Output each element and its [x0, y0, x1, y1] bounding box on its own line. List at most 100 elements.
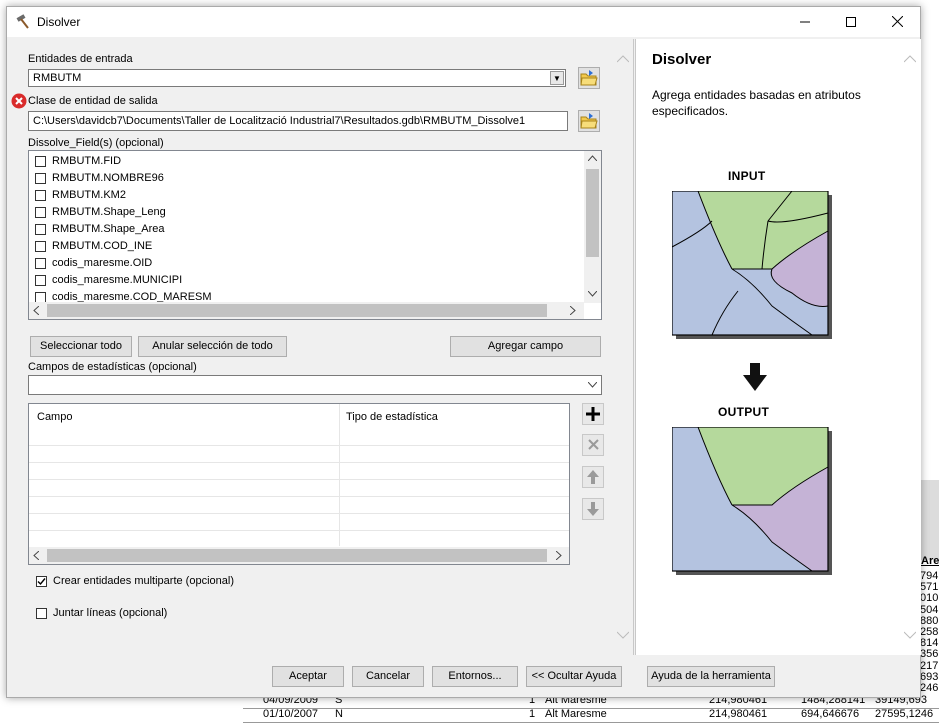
browse-input-button[interactable] — [578, 67, 600, 89]
field-checkbox[interactable] — [35, 173, 46, 184]
field-label: codis_maresme.MUNICIPI — [52, 274, 183, 286]
field-checkbox[interactable] — [35, 207, 46, 218]
help-scroll-up-icon[interactable] — [904, 55, 916, 63]
grid-row-line — [29, 462, 569, 463]
background-column-header: Are — [921, 555, 939, 567]
title-bar[interactable]: Disolver — [7, 7, 920, 37]
output-feature-class-input[interactable]: C:\Users\davidcb7\Documents\Taller de Lo… — [28, 111, 568, 131]
maximize-button[interactable] — [828, 7, 874, 37]
move-down-button[interactable] — [582, 498, 604, 520]
field-label: RMBUTM.Shape_Area — [52, 223, 165, 235]
row-code: N — [335, 708, 343, 720]
ok-button[interactable]: Aceptar — [272, 666, 344, 687]
help-description: Agrega entidades basadas en atributos es… — [652, 88, 861, 118]
field-checkbox[interactable] — [35, 258, 46, 269]
row-value-2: 694,646676 — [801, 708, 860, 720]
scroll-thumb[interactable] — [586, 169, 599, 257]
input-features-combo[interactable]: RMBUTM ▼ — [28, 69, 566, 87]
output-caption: OUTPUT — [718, 405, 770, 419]
field-checkbox[interactable] — [35, 224, 46, 235]
field-checkbox[interactable] — [35, 156, 46, 167]
input-features-label: Entidades de entrada — [28, 53, 133, 65]
horizontal-scrollbar[interactable] — [29, 302, 584, 319]
background-cell: 504 — [920, 603, 939, 616]
column-header-statistic-type: Tipo de estadística — [346, 411, 438, 423]
parameters-pane: Entidades de entrada RMBUTM ▼ Clase de e… — [11, 39, 634, 655]
output-path-value: C:\Users\davidcb7\Documents\Taller de Lo… — [33, 115, 526, 127]
background-cell: 246 — [920, 682, 939, 694]
background-panel — [920, 480, 939, 560]
help-scroll-down-icon[interactable] — [904, 631, 916, 639]
column-divider — [339, 404, 340, 546]
column-header-field: Campo — [37, 411, 73, 423]
background-cell: 693 — [920, 670, 939, 683]
grid-row-line — [29, 513, 569, 514]
scroll-left-icon[interactable] — [33, 551, 39, 560]
horizontal-scrollbar[interactable] — [29, 547, 569, 564]
dissolve-fields-label: Dissolve_Field(s) (opcional) — [28, 137, 164, 149]
grid-row-line — [29, 496, 569, 497]
unsplit-lines-label: Juntar líneas (opcional) — [53, 607, 168, 619]
unselect-all-button[interactable]: Anular selección de todo — [138, 336, 287, 357]
field-checkbox[interactable] — [35, 275, 46, 286]
scroll-right-icon[interactable] — [556, 551, 562, 560]
background-cell: 217 — [920, 659, 939, 672]
scroll-thumb[interactable] — [47, 549, 547, 562]
delete-row-button[interactable] — [582, 434, 604, 456]
row-value-1: 214,980461 — [709, 708, 768, 720]
cancel-button[interactable]: Cancelar — [352, 666, 424, 687]
dissolve-fields-list[interactable]: RMBUTM.FID RMBUTM.NOMBRE96 RMBUTM.KM2 RMBUT… — [28, 150, 602, 320]
background-cell: 258 — [920, 626, 939, 638]
dissolve-dialog: Disolver Entidades de entrada RMBUTM ▼ C… — [6, 6, 921, 698]
help-title: Disolver — [652, 51, 712, 68]
scroll-up-icon[interactable] — [588, 155, 597, 161]
error-icon — [11, 93, 27, 109]
row-name: Alt Maresme — [545, 708, 607, 720]
minimize-button[interactable] — [782, 7, 828, 37]
tool-help-button[interactable]: Ayuda de la herramienta — [647, 666, 775, 687]
close-button[interactable] — [874, 7, 920, 37]
background-cell: 010 — [920, 592, 939, 605]
field-checkbox[interactable] — [35, 241, 46, 252]
close-icon — [891, 15, 903, 28]
statistics-field-combo[interactable] — [28, 375, 602, 395]
field-label: RMBUTM.COD_INE — [52, 240, 153, 252]
environments-button[interactable]: Entornos... — [432, 666, 518, 687]
output-diagram — [672, 427, 832, 575]
move-up-button[interactable] — [582, 466, 604, 488]
scroll-right-icon[interactable] — [570, 306, 576, 315]
grid-row-line — [29, 445, 569, 446]
field-label: RMBUTM.NOMBRE96 — [52, 172, 164, 184]
field-checkbox[interactable] — [35, 190, 46, 201]
unsplit-lines-checkbox[interactable] — [36, 608, 47, 619]
vertical-scrollbar[interactable] — [584, 151, 601, 303]
background-cell: 814 — [920, 637, 939, 650]
select-all-button[interactable]: Seleccionar todo — [30, 336, 132, 357]
row-value-3: 27595,1246 — [875, 708, 934, 720]
field-label: RMBUTM.KM2 — [52, 189, 126, 201]
grid-row-line — [29, 530, 569, 531]
multipart-label: Crear entidades multiparte (opcional) — [53, 575, 234, 587]
dropdown-arrow-icon[interactable]: ▼ — [550, 71, 564, 85]
browse-output-button[interactable] — [578, 110, 600, 132]
statistics-table[interactable]: Campo Tipo de estadística — [28, 403, 570, 565]
pane-scroll-down-icon[interactable] — [617, 631, 629, 639]
folder-open-icon — [580, 113, 598, 129]
chevron-down-icon[interactable] — [588, 382, 597, 388]
add-row-button[interactable] — [582, 403, 604, 425]
background-cell: 880 — [920, 614, 939, 627]
scroll-left-icon[interactable] — [33, 306, 39, 315]
arrow-down-icon — [743, 363, 767, 391]
hammer-icon — [16, 14, 29, 29]
background-cell: 571 — [920, 581, 939, 594]
hide-help-button[interactable]: << Ocultar Ayuda — [526, 666, 622, 687]
scroll-down-icon[interactable] — [588, 291, 597, 297]
dialog-footer: Aceptar Cancelar Entornos... << Ocultar … — [7, 657, 920, 697]
add-field-button[interactable]: Agregar campo — [450, 336, 601, 357]
input-features-value: RMBUTM — [33, 72, 82, 84]
pane-scroll-up-icon[interactable] — [617, 55, 629, 63]
scroll-thumb[interactable] — [47, 304, 547, 317]
multipart-checkbox[interactable] — [36, 576, 47, 587]
field-label: RMBUTM.FID — [52, 155, 122, 167]
field-label: RMBUTM.Shape_Leng — [52, 206, 166, 218]
